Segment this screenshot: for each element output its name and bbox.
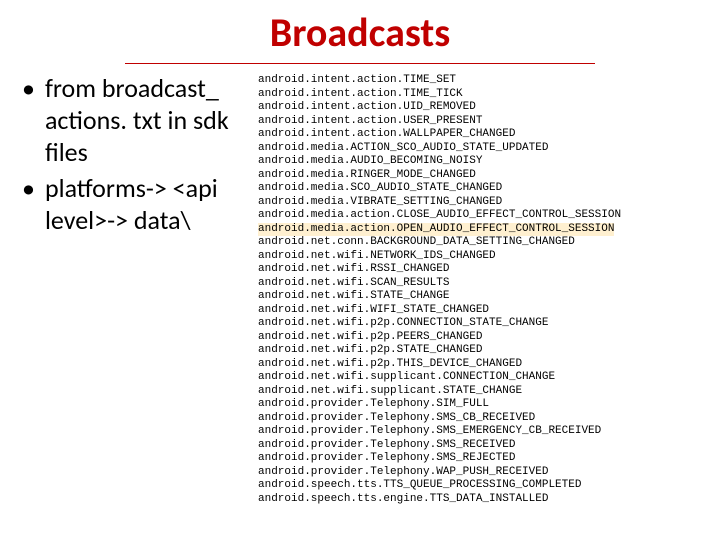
- code-line: android.net.wifi.WIFI_STATE_CHANGED: [258, 304, 720, 318]
- code-line: android.net.wifi.p2p.THIS_DEVICE_CHANGED: [258, 358, 720, 372]
- bullet-dot-icon: •: [22, 172, 35, 204]
- code-panel: android.intent.action.TIME_SETandroid.in…: [258, 72, 720, 506]
- bullet-item: • platforms-> <api level>-> data\: [18, 172, 248, 236]
- code-line: android.media.action.CLOSE_AUDIO_EFFECT_…: [258, 209, 720, 223]
- code-line: android.net.wifi.p2p.CONNECTION_STATE_CH…: [258, 317, 720, 331]
- code-line: android.net.conn.BACKGROUND_DATA_SETTING…: [258, 236, 720, 250]
- content-area: • from broadcast_ actions. txt in sdk fi…: [0, 72, 720, 506]
- code-line: android.provider.Telephony.SMS_RECEIVED: [258, 439, 720, 453]
- code-line: android.intent.action.TIME_SET: [258, 74, 720, 88]
- code-line: android.provider.Telephony.WAP_PUSH_RECE…: [258, 466, 720, 480]
- bullet-list: • from broadcast_ actions. txt in sdk fi…: [18, 72, 258, 506]
- bullet-item: • from broadcast_ actions. txt in sdk fi…: [18, 72, 248, 168]
- code-line: android.net.wifi.p2p.PEERS_CHANGED: [258, 331, 720, 345]
- code-line: android.media.action.OPEN_AUDIO_EFFECT_C…: [258, 223, 614, 237]
- code-line: android.net.wifi.RSSI_CHANGED: [258, 263, 720, 277]
- code-line: android.net.wifi.SCAN_RESULTS: [258, 277, 720, 291]
- code-line: android.speech.tts.TTS_QUEUE_PROCESSING_…: [258, 479, 720, 493]
- slide-title: Broadcasts: [0, 0, 720, 63]
- bullet-text: from broadcast_ actions. txt in sdk file…: [45, 72, 248, 168]
- code-line: android.media.RINGER_MODE_CHANGED: [258, 169, 720, 183]
- code-line: android.intent.action.USER_PRESENT: [258, 115, 720, 129]
- bullet-dot-icon: •: [22, 72, 35, 104]
- code-line: android.provider.Telephony.SMS_REJECTED: [258, 452, 720, 466]
- code-line: android.net.wifi.STATE_CHANGE: [258, 290, 720, 304]
- code-line: android.net.wifi.NETWORK_IDS_CHANGED: [258, 250, 720, 264]
- code-line: android.media.VIBRATE_SETTING_CHANGED: [258, 196, 720, 210]
- code-line: android.net.wifi.supplicant.CONNECTION_C…: [258, 371, 720, 385]
- code-line: android.speech.tts.engine.TTS_DATA_INSTA…: [258, 493, 720, 507]
- bullet-text: platforms-> <api level>-> data\: [45, 172, 248, 236]
- code-line: android.net.wifi.supplicant.STATE_CHANGE: [258, 385, 720, 399]
- code-line: android.net.wifi.p2p.STATE_CHANGED: [258, 344, 720, 358]
- code-line: android.provider.Telephony.SMS_EMERGENCY…: [258, 425, 720, 439]
- code-line: android.provider.Telephony.SMS_CB_RECEIV…: [258, 412, 720, 426]
- code-line: android.media.ACTION_SCO_AUDIO_STATE_UPD…: [258, 142, 720, 156]
- code-line: android.media.SCO_AUDIO_STATE_CHANGED: [258, 182, 720, 196]
- code-line: android.intent.action.WALLPAPER_CHANGED: [258, 128, 720, 142]
- code-line: android.intent.action.UID_REMOVED: [258, 101, 720, 115]
- code-line: android.provider.Telephony.SIM_FULL: [258, 398, 720, 412]
- code-line: android.media.AUDIO_BECOMING_NOISY: [258, 155, 720, 169]
- code-line: android.intent.action.TIME_TICK: [258, 88, 720, 102]
- title-underline: [125, 63, 595, 64]
